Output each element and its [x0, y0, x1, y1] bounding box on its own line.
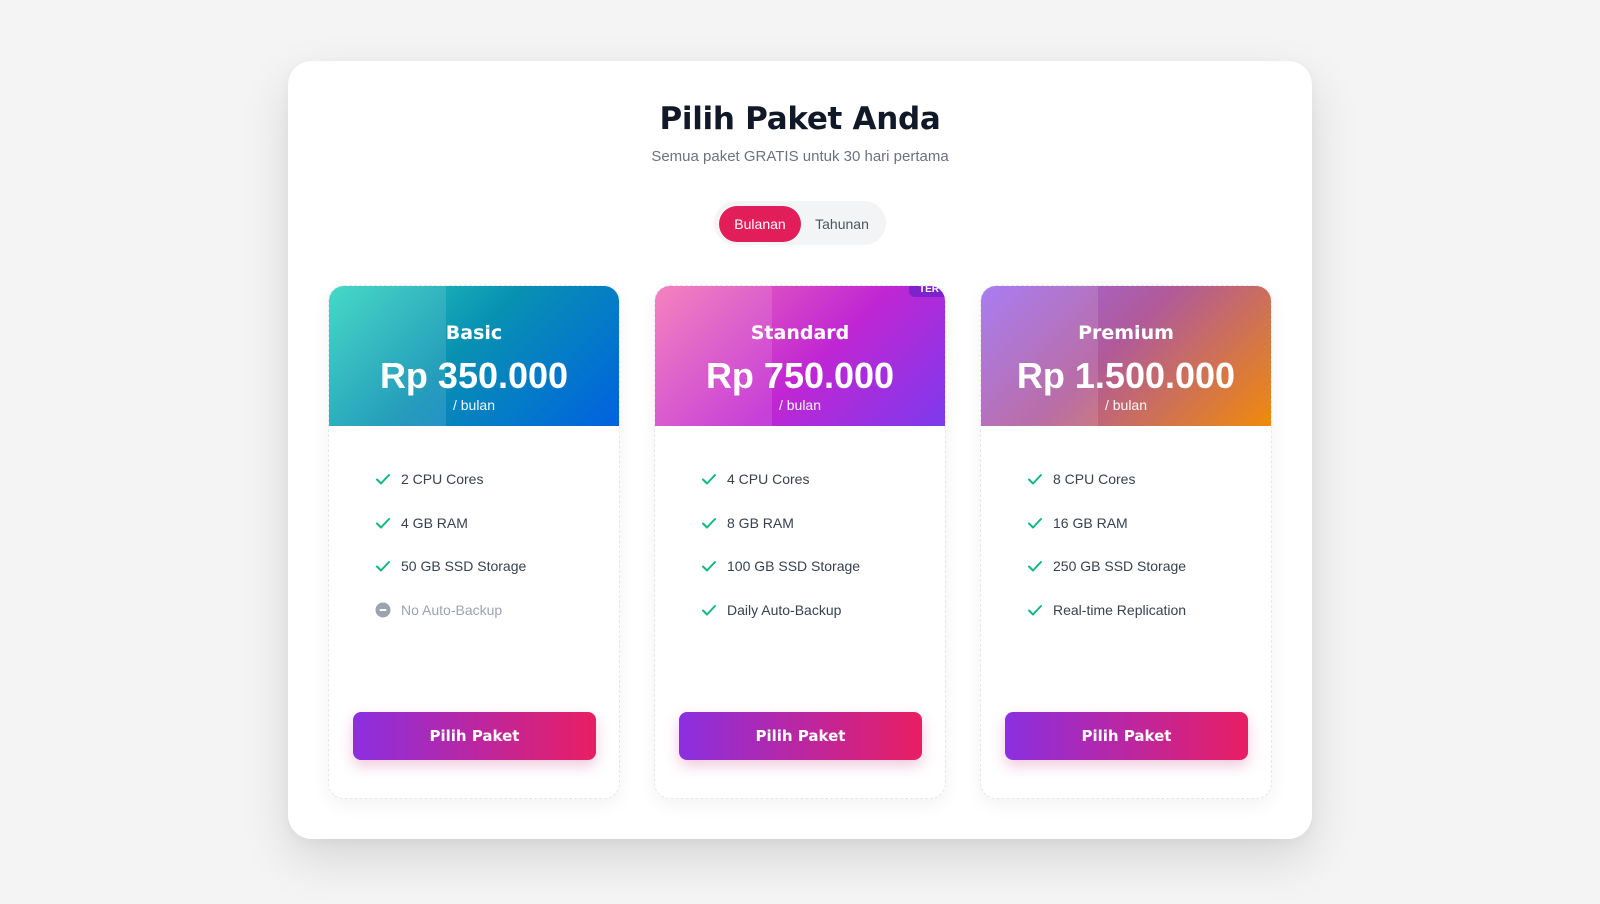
- feature-label: 100 GB SSD Storage: [727, 558, 861, 574]
- feature-list: 4 CPU Cores 8 GB RAM 100 GB SSD Storage …: [701, 469, 860, 643]
- feature-label: 8 CPU Cores: [1053, 471, 1136, 487]
- check-icon: [701, 558, 717, 574]
- feature-label: 2 CPU Cores: [401, 471, 484, 487]
- feature-item: Real-time Replication: [1027, 600, 1186, 620]
- plan-period: / bulan: [778, 397, 822, 413]
- plan-card-basic: Basic Rp 350.000 / bulan 2 CPU Cores 4 G…: [328, 285, 620, 799]
- feature-label: No Auto-Backup: [401, 601, 503, 618]
- page-title: Pilih Paket Anda: [659, 101, 941, 137]
- plan-period: / bulan: [1104, 397, 1148, 413]
- plan-price: Rp 350.000: [379, 355, 569, 396]
- feature-item: 50 GB SSD Storage: [375, 556, 526, 576]
- plan-period: / bulan: [452, 397, 496, 413]
- page-subtitle: Semua paket GRATIS untuk 30 hari pertama: [651, 148, 949, 165]
- check-icon: [701, 471, 717, 487]
- choose-plan-button-basic[interactable]: Pilih Paket: [353, 712, 596, 760]
- feature-label: 50 GB SSD Storage: [401, 558, 527, 574]
- feature-label: 4 CPU Cores: [727, 471, 810, 487]
- check-icon: [375, 558, 391, 574]
- feature-item: 250 GB SSD Storage: [1027, 556, 1186, 576]
- plan-price: Rp 1.500.000: [1016, 355, 1236, 396]
- check-icon: [375, 515, 391, 531]
- minus-circle-icon: [375, 602, 391, 618]
- feature-item: 4 CPU Cores: [701, 469, 860, 489]
- plan-name: Basic: [445, 322, 503, 344]
- feature-label: 4 GB RAM: [401, 514, 468, 531]
- plan-header-premium: Premium Rp 1.500.000 / bulan: [981, 286, 1271, 426]
- toggle-monthly[interactable]: Bulanan: [719, 206, 801, 242]
- plan-price: Rp 750.000: [705, 355, 895, 396]
- feature-label: 8 GB RAM: [727, 514, 794, 531]
- plan-header-standard: TER Standard Rp 750.000 / bulan: [655, 286, 945, 426]
- feature-item: 8 GB RAM: [701, 513, 860, 533]
- feature-list: 2 CPU Cores 4 GB RAM 50 GB SSD Storage N…: [375, 469, 526, 643]
- feature-item: 8 CPU Cores: [1027, 469, 1186, 489]
- plan-name: Premium: [1078, 322, 1174, 344]
- feature-item: Daily Auto-Backup: [701, 600, 860, 620]
- feature-label: Real-time Replication: [1053, 601, 1187, 618]
- feature-label: Daily Auto-Backup: [727, 601, 842, 618]
- check-icon: [1027, 471, 1043, 487]
- feature-label: 250 GB SSD Storage: [1053, 558, 1187, 574]
- pricing-panel: Pilih Paket Anda Semua paket GRATIS untu…: [288, 61, 1312, 839]
- check-icon: [1027, 602, 1043, 618]
- feature-label: 16 GB RAM: [1053, 514, 1128, 531]
- check-icon: [1027, 558, 1043, 574]
- feature-item: 2 CPU Cores: [375, 469, 526, 489]
- choose-plan-button-premium[interactable]: Pilih Paket: [1005, 712, 1248, 760]
- check-icon: [375, 471, 391, 487]
- plan-name: Standard: [750, 322, 850, 344]
- check-icon: [701, 602, 717, 618]
- feature-item: 4 GB RAM: [375, 513, 526, 533]
- check-icon: [701, 515, 717, 531]
- plan-card-premium: Premium Rp 1.500.000 / bulan 8 CPU Cores…: [980, 285, 1272, 799]
- billing-toggle: Bulanan Tahunan: [714, 201, 886, 245]
- plan-card-standard: TER Standard Rp 750.000 / bulan 4 CPU Co…: [654, 285, 946, 799]
- plan-header-basic: Basic Rp 350.000 / bulan: [329, 286, 619, 426]
- toggle-yearly[interactable]: Tahunan: [801, 206, 883, 242]
- popular-badge: TER: [909, 286, 945, 297]
- feature-item: 100 GB SSD Storage: [701, 556, 860, 576]
- feature-item: 16 GB RAM: [1027, 513, 1186, 533]
- check-icon: [1027, 515, 1043, 531]
- feature-list: 8 CPU Cores 16 GB RAM 250 GB SSD Storage…: [1027, 469, 1186, 643]
- feature-item-disabled: No Auto-Backup: [375, 600, 526, 620]
- choose-plan-button-standard[interactable]: Pilih Paket: [679, 712, 922, 760]
